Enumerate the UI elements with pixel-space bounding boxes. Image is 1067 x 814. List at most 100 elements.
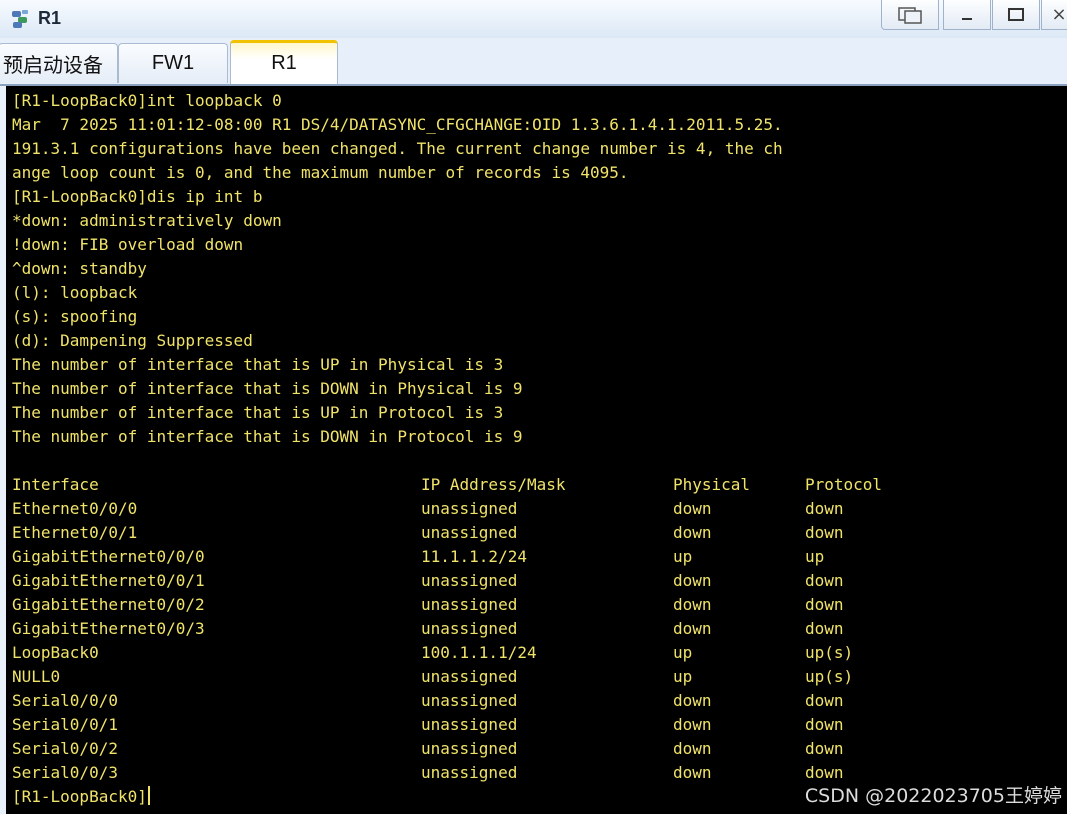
terminal-line: [R1-LoopBack0]dis ip int b — [12, 187, 263, 206]
interface-table: Interface IP Address/Mask Physical Protocol… — [12, 473, 1067, 785]
text-cursor — [147, 786, 150, 805]
terminal-line: (s): spoofing — [12, 307, 138, 326]
maximize-button[interactable] — [992, 0, 1040, 30]
table-header-cell: Physical — [673, 475, 751, 494]
table-row: GigabitEthernet0/0/1 unassigned down down — [12, 569, 1067, 593]
table-row: GigabitEthernet0/0/0 11.1.1.2/24 up up — [12, 545, 1067, 569]
table-cell: GigabitEthernet0/0/2 — [12, 595, 205, 614]
table-cell: down — [805, 499, 844, 518]
table-row: Serial0/0/1 unassigned down down — [12, 713, 1067, 737]
terminal-line: The number of interface that is UP in Pr… — [12, 403, 504, 422]
table-cell: LoopBack0 — [12, 643, 99, 662]
table-cell: unassigned — [421, 739, 518, 758]
table-cell: up — [673, 547, 693, 566]
minimize-icon — [962, 17, 972, 20]
table-cell: down — [673, 739, 712, 758]
tab-prestart-devices[interactable]: 预启动设备 — [0, 43, 118, 83]
table-header-cell: Protocol — [805, 475, 883, 494]
table-header-row: Interface IP Address/Mask Physical Protocol — [12, 473, 1067, 497]
table-cell: down — [805, 739, 844, 758]
table-cell: Serial0/0/3 — [12, 763, 118, 782]
terminal-line: The number of interface that is UP in Ph… — [12, 355, 504, 374]
table-cell: NULL0 — [12, 667, 61, 686]
maximize-icon — [1008, 7, 1024, 21]
table-cell: GigabitEthernet0/0/3 — [12, 619, 205, 638]
terminal-line: ange loop count is 0, and the maximum nu… — [12, 163, 629, 182]
table-cell: down — [673, 523, 712, 542]
table-cell: Ethernet0/0/0 — [12, 499, 138, 518]
table-row: GigabitEthernet0/0/3 unassigned down down — [12, 617, 1067, 641]
title-bar[interactable]: R1 × — [0, 0, 1067, 39]
table-cell: GigabitEthernet0/0/1 — [12, 571, 205, 590]
table-cell: up(s) — [805, 667, 854, 686]
table-cell: 11.1.1.2/24 — [421, 547, 527, 566]
table-cell: unassigned — [421, 763, 518, 782]
table-cell: down — [673, 691, 712, 710]
table-cell: unassigned — [421, 715, 518, 734]
table-row: LoopBack0 100.1.1.1/24 up up(s) — [12, 641, 1067, 665]
table-cell: down — [673, 715, 712, 734]
tab-r1[interactable]: R1 — [230, 40, 338, 84]
terminal-line: (d): Dampening Suppressed — [12, 331, 253, 350]
table-header-cell: IP Address/Mask — [421, 475, 566, 494]
table-cell: down — [805, 571, 844, 590]
minimize-button[interactable] — [943, 0, 991, 30]
table-cell: down — [805, 595, 844, 614]
table-cell: Ethernet0/0/1 — [12, 523, 138, 542]
window-title: R1 — [38, 8, 62, 28]
terminal-line: *down: administratively down — [12, 211, 282, 230]
table-cell: unassigned — [421, 499, 518, 518]
table-cell: unassigned — [421, 595, 518, 614]
terminal-line: ^down: standby — [12, 259, 147, 278]
table-cell: Serial0/0/2 — [12, 739, 118, 758]
restore-icon — [898, 6, 922, 24]
table-cell: down — [805, 691, 844, 710]
table-cell: down — [673, 619, 712, 638]
table-cell: down — [805, 715, 844, 734]
table-cell: Serial0/0/1 — [12, 715, 118, 734]
table-cell: down — [673, 763, 712, 782]
tab-fw1[interactable]: FW1 — [118, 43, 228, 83]
terminal-line: The number of interface that is DOWN in … — [12, 427, 523, 446]
table-cell: up — [673, 643, 693, 662]
table-cell: unassigned — [421, 667, 518, 686]
table-row: Ethernet0/0/0 unassigned down down — [12, 497, 1067, 521]
table-cell: unassigned — [421, 571, 518, 590]
table-cell: unassigned — [421, 619, 518, 638]
table-cell: up(s) — [805, 643, 854, 662]
table-cell: down — [673, 571, 712, 590]
router-app-icon — [12, 10, 28, 28]
table-cell: 100.1.1.1/24 — [421, 643, 537, 662]
terminal-line: The number of interface that is DOWN in … — [12, 379, 523, 398]
terminal-line: !down: FIB overload down — [12, 235, 244, 254]
terminal-line: Mar 7 2025 11:01:12-08:00 R1 DS/4/DATASY… — [12, 115, 783, 134]
table-cell: unassigned — [421, 523, 518, 542]
terminal-output: [R1-LoopBack0]int loopback 0 Mar 7 2025 1… — [12, 89, 1067, 473]
table-cell: Serial0/0/0 — [12, 691, 118, 710]
restore-button[interactable] — [881, 0, 939, 30]
table-cell: unassigned — [421, 691, 518, 710]
table-cell: up — [673, 667, 693, 686]
table-cell: GigabitEthernet0/0/0 — [12, 547, 205, 566]
terminal-line: [R1-LoopBack0]int loopback 0 — [12, 91, 282, 110]
close-button[interactable]: × — [1041, 0, 1067, 30]
table-cell: down — [673, 499, 712, 518]
app-window: R1 × 预启动设备 FW1 R1 [R1-LoopBack0]int loop… — [0, 0, 1067, 814]
table-row: Serial0/0/2 unassigned down down — [12, 737, 1067, 761]
table-header-cell: Interface — [12, 475, 99, 494]
table-row: Ethernet0/0/1 unassigned down down — [12, 521, 1067, 545]
terminal-prompt: [R1-LoopBack0] — [12, 787, 147, 806]
terminal-line: (l): loopback — [12, 283, 138, 302]
close-icon: × — [1051, 4, 1067, 25]
table-cell: down — [805, 619, 844, 638]
table-cell: up — [805, 547, 825, 566]
table-row: GigabitEthernet0/0/2 unassigned down down — [12, 593, 1067, 617]
table-cell: down — [673, 595, 712, 614]
table-row: Serial0/0/0 unassigned down down — [12, 689, 1067, 713]
watermark: CSDN @2022023705王婷婷 — [804, 785, 1062, 807]
terminal-console[interactable]: [R1-LoopBack0]int loopback 0 Mar 7 2025 1… — [6, 86, 1067, 814]
table-row: NULL0 unassigned up up(s) — [12, 665, 1067, 689]
tab-bar: 预启动设备 FW1 R1 — [0, 38, 1067, 86]
table-cell: down — [805, 523, 844, 542]
